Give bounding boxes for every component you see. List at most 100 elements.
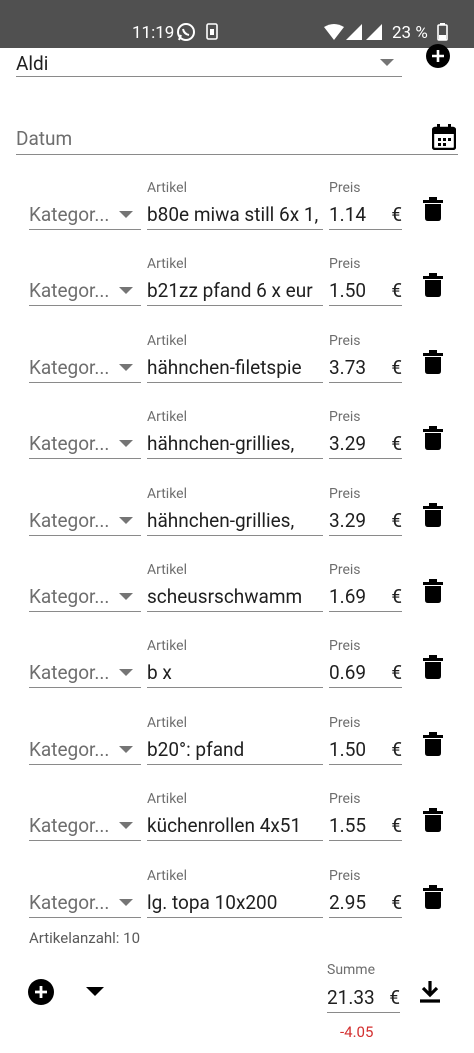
- trash-icon[interactable]: [423, 579, 443, 603]
- chevron-down-icon: [119, 593, 133, 600]
- article-input[interactable]: hähnchen-grillies,: [147, 507, 323, 536]
- chevron-down-icon: [119, 211, 133, 218]
- item-row: Kategor... Artikel b21zz pfand 6 x eur Prei…: [0, 256, 474, 316]
- store-value: Aldi: [16, 52, 49, 75]
- chevron-down-icon: [119, 363, 133, 371]
- calendar-icon[interactable]: [432, 124, 456, 150]
- article-label: Artikel: [147, 409, 187, 426]
- price-input[interactable]: 3.73 €: [329, 354, 402, 383]
- price-input[interactable]: 1.55 €: [329, 812, 402, 842]
- article-input[interactable]: hähnchen-filetspie: [147, 354, 323, 383]
- trash-icon[interactable]: [423, 731, 443, 756]
- category-select[interactable]: Kategor...: [29, 507, 141, 536]
- article-label: Artikel: [147, 867, 187, 884]
- price-value: 1.50: [329, 279, 367, 303]
- store-select[interactable]: Aldi: [16, 44, 402, 77]
- article-value: scheusrschwamm: [147, 585, 303, 608]
- trash-icon[interactable]: [423, 197, 443, 221]
- signal-icon: [346, 24, 362, 40]
- date-field[interactable]: Datum: [16, 122, 458, 155]
- item-row: Kategor... Artikel hähnchen-filetspie Preis…: [0, 333, 474, 393]
- category-select[interactable]: Kategor...: [29, 354, 141, 383]
- price-label: Preis: [329, 409, 361, 426]
- trash-icon[interactable]: [423, 655, 443, 680]
- chevron-down-icon: [119, 669, 133, 677]
- price-input[interactable]: 1.69 €: [329, 583, 402, 612]
- price-value: 0.69: [329, 661, 367, 685]
- sum-currency: €: [389, 986, 400, 1009]
- price-input[interactable]: 3.29 €: [329, 507, 402, 536]
- price-input[interactable]: 1.50 €: [329, 277, 402, 307]
- article-input[interactable]: küchenrollen 4x51: [147, 812, 323, 842]
- category-placeholder: Kategor...: [29, 814, 110, 838]
- category-select[interactable]: Kategor...: [29, 736, 141, 765]
- article-label: Artikel: [147, 638, 187, 655]
- price-input[interactable]: 3.29 €: [329, 430, 402, 460]
- price-value: 1.50: [329, 737, 367, 761]
- price-input[interactable]: 1.14 €: [329, 201, 402, 230]
- article-input[interactable]: b x: [147, 659, 323, 689]
- trash-icon[interactable]: [423, 426, 443, 451]
- whatsapp-icon: [177, 23, 195, 41]
- price-value: 1.69: [329, 585, 367, 608]
- article-input[interactable]: b21zz pfand 6 x eur: [147, 277, 323, 307]
- price-value: 3.29: [329, 432, 367, 456]
- chevron-down-icon: [119, 440, 133, 448]
- trash-icon[interactable]: [423, 884, 443, 909]
- article-label: Artikel: [147, 256, 187, 273]
- sum-field: 21.33 €: [327, 982, 400, 1013]
- download-icon[interactable]: [418, 979, 442, 1005]
- item-row: Kategor... Artikel lg. topa 10x200 Preis 2.9…: [0, 868, 474, 928]
- item-row: Kategor... Artikel küchenrollen 4x51 Preis 1…: [0, 791, 474, 851]
- category-select[interactable]: Kategor...: [29, 201, 141, 230]
- category-select[interactable]: Kategor...: [29, 430, 141, 460]
- price-label: Preis: [329, 867, 361, 884]
- article-value: b x: [147, 661, 172, 685]
- article-label: Artikel: [147, 180, 187, 196]
- date-placeholder: Datum: [16, 127, 73, 150]
- item-count: Artikelanzahl: 10: [29, 929, 141, 947]
- price-value: 3.73: [329, 355, 367, 379]
- price-input[interactable]: 1.50 €: [329, 736, 402, 765]
- article-input[interactable]: hähnchen-grillies,: [147, 430, 323, 460]
- currency-symbol: €: [391, 508, 402, 532]
- currency-symbol: €: [391, 203, 402, 226]
- price-input[interactable]: 0.69 €: [329, 659, 402, 689]
- category-select[interactable]: Kategor...: [29, 812, 141, 842]
- currency-symbol: €: [391, 890, 402, 914]
- add-item-button[interactable]: [28, 979, 54, 1005]
- trash-icon[interactable]: [423, 808, 443, 833]
- price-value: 3.29: [329, 508, 367, 532]
- article-label: Artikel: [147, 562, 187, 578]
- category-select[interactable]: Kategor...: [29, 277, 141, 307]
- price-input[interactable]: 2.95 €: [329, 889, 402, 918]
- plus-circle-icon[interactable]: [426, 44, 450, 68]
- category-select[interactable]: Kategor...: [29, 659, 141, 689]
- category-placeholder: Kategor...: [29, 508, 110, 532]
- article-value: b21zz pfand 6 x eur: [147, 279, 313, 303]
- category-placeholder: Kategor...: [29, 661, 110, 685]
- item-row: Kategor... Artikel b x Preis 0.69 €: [0, 638, 474, 698]
- article-label: Artikel: [147, 332, 187, 349]
- item-row: Kategor... Artikel scheusrschwamm Preis 1.69…: [0, 562, 474, 622]
- chevron-down-icon: [119, 516, 133, 524]
- sum-value: 21.33: [327, 986, 375, 1009]
- currency-symbol: €: [391, 814, 402, 838]
- trash-icon[interactable]: [423, 273, 443, 298]
- article-input[interactable]: b20°: pfand: [147, 736, 323, 765]
- currency-symbol: €: [391, 432, 402, 456]
- price-label: Preis: [329, 485, 361, 502]
- article-input[interactable]: b80e miwa still 6x 1,: [147, 201, 323, 230]
- category-select[interactable]: Kategor...: [29, 889, 141, 918]
- status-time: 11:19: [132, 23, 175, 43]
- item-row: Kategor... Artikel b80e miwa still 6x 1, Pr…: [0, 180, 474, 240]
- category-placeholder: Kategor...: [29, 737, 110, 761]
- trash-icon[interactable]: [423, 349, 443, 374]
- article-value: b80e miwa still 6x 1,: [147, 203, 319, 226]
- article-input[interactable]: lg. topa 10x200: [147, 889, 323, 918]
- trash-icon[interactable]: [423, 502, 443, 527]
- caret-down-icon[interactable]: [86, 987, 104, 996]
- category-select[interactable]: Kategor...: [29, 583, 141, 612]
- article-input[interactable]: scheusrschwamm: [147, 583, 323, 612]
- currency-symbol: €: [391, 279, 402, 303]
